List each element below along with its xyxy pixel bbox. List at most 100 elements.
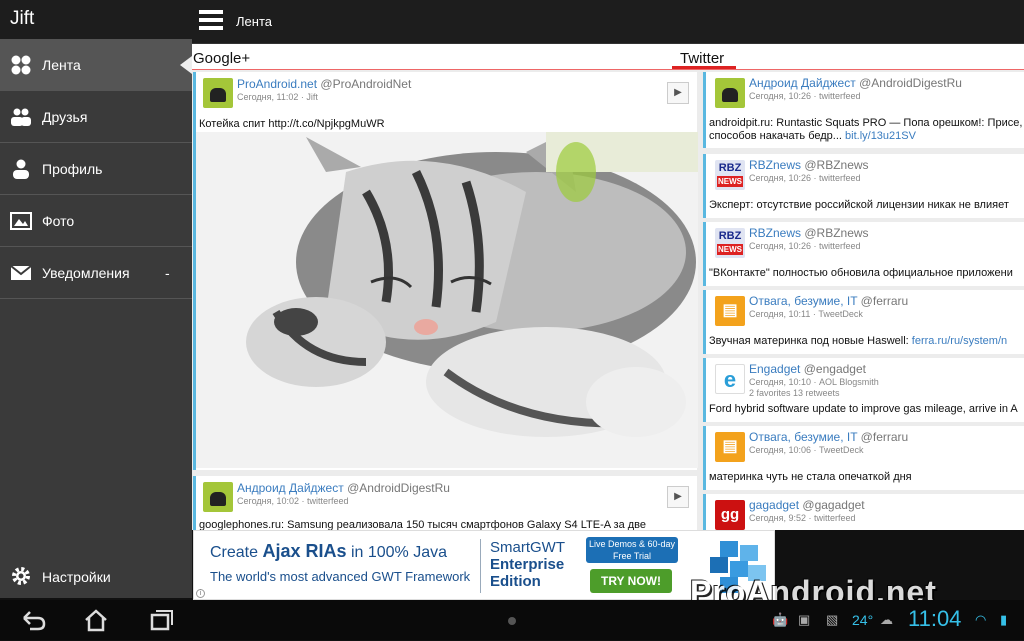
post-text-cont: способов накачать бедр... — [709, 130, 846, 142]
sidebar-item-profile[interactable]: Профиль — [0, 143, 192, 195]
author-name[interactable]: Отвага, безумие, IT — [749, 430, 857, 444]
list-item[interactable]: Андроид Дайджест @AndroidDigestRu Сегодн… — [193, 476, 697, 530]
post-text: Звучная материнка под новые Haswell: fer… — [709, 335, 1024, 347]
ad-banner[interactable]: Create Ajax RIAs in 100% Java The world'… — [193, 530, 775, 600]
author-handle: @AndroidDigestRu — [859, 76, 962, 90]
post-author: ProAndroid.net @ProAndroidNet — [237, 77, 411, 91]
try-now-button[interactable]: TRY NOW! — [590, 569, 672, 593]
menu-icon[interactable] — [196, 8, 226, 36]
post-text: "ВКонтакте" полностью обновила официальн… — [709, 267, 1013, 279]
post-meta: Сегодня, 10:02 · twitterfeed — [237, 496, 349, 506]
twitter-column[interactable]: Андроид Дайджест @AndroidDigestRu Сегодн… — [703, 72, 1024, 530]
list-item[interactable]: gg gagadget @gagadget Сегодня, 9:52 · tw… — [703, 494, 1024, 530]
rbz-logo-top: RBZ — [718, 230, 742, 242]
settings-label: Настройки — [42, 569, 111, 585]
author-name[interactable]: gagadget — [749, 498, 799, 512]
settings-button[interactable]: Настройки — [0, 552, 192, 598]
author-handle: @RBZnews — [804, 226, 869, 240]
weather-icon: ☁ — [880, 612, 893, 627]
list-item[interactable]: ▤ Отвага, безумие, IT @ferraru Сегодня, … — [703, 290, 1024, 354]
recent-apps-button[interactable] — [142, 606, 178, 634]
avatar — [203, 78, 233, 108]
rbz-logo-bottom: NEWS — [717, 244, 743, 255]
ad-demo-label: Live Demos & 60-day Free Trial — [586, 537, 678, 563]
author-handle: @engadget — [803, 362, 866, 376]
home-button[interactable] — [78, 606, 114, 634]
tab-twitter[interactable]: Twitter — [680, 50, 724, 67]
avatar: ▤ — [715, 296, 745, 326]
ad-headline: Create Ajax RIAs in 100% Java — [210, 541, 447, 562]
post-author: Андроид Дайджест @AndroidDigestRu — [237, 481, 450, 495]
avatar — [715, 78, 745, 108]
post-author: gagadget @gagadget — [749, 498, 865, 512]
avatar: RBZ NEWS — [715, 228, 745, 258]
post-author: Engadget @engadget — [749, 362, 866, 376]
author-name[interactable]: Андроид Дайджест — [237, 481, 344, 495]
post-author: Андроид Дайджест @AndroidDigestRu — [749, 76, 962, 90]
list-item[interactable]: e Engadget @engadget Сегодня, 10:10 · AO… — [703, 358, 1024, 422]
sidebar-item-label: Фото — [42, 213, 75, 229]
cat-photo[interactable] — [196, 132, 698, 468]
post-link[interactable]: ferra.ru/ru/system/n — [912, 335, 1007, 347]
mail-icon — [10, 262, 32, 284]
ad-info-icon[interactable]: i — [196, 589, 205, 598]
avatar: RBZ NEWS — [715, 160, 745, 190]
google-column[interactable]: ProAndroid.net @ProAndroidNet Сегодня, 1… — [193, 72, 699, 530]
temperature: 24° — [852, 612, 874, 628]
column-header — [192, 44, 1024, 70]
list-item[interactable]: RBZ NEWS RBZnews @RBZnews Сегодня, 10:26 … — [703, 154, 1024, 218]
expand-button[interactable]: ▶ — [667, 486, 689, 508]
post-text: материнка чуть не стала опечаткой дня — [709, 471, 912, 483]
author-name[interactable]: Engadget — [749, 362, 800, 376]
clock: 11:04 — [908, 606, 962, 631]
post-text: androidpit.ru: Runtastic Squats PRO — По… — [709, 117, 1023, 129]
ad-subline: The world's most advanced GWT Framework — [210, 569, 471, 584]
post-author: RBZnews @RBZnews — [749, 226, 869, 240]
back-button[interactable] — [14, 606, 50, 634]
author-handle: @ProAndroidNet — [320, 77, 412, 91]
app-title: Jift — [10, 8, 35, 29]
home-icon — [85, 609, 107, 632]
sidebar-item-notifications[interactable]: Уведомления - — [0, 247, 192, 299]
author-name[interactable]: ProAndroid.net — [237, 77, 317, 91]
author-name[interactable]: RBZnews — [749, 226, 801, 240]
sidebar-item-friends[interactable]: Друзья — [0, 91, 192, 143]
list-item[interactable]: RBZ NEWS RBZnews @RBZnews Сегодня, 10:26 … — [703, 222, 1024, 286]
notification-badge: - — [165, 265, 170, 281]
friends-icon — [10, 106, 32, 128]
sidebar-item-label: Лента — [42, 57, 81, 73]
sd-card-icon: ▣ — [798, 612, 811, 627]
post-text: googlephones.ru: Samsung реализовала 150… — [199, 519, 647, 530]
battery-icon: ▮ — [1000, 612, 1008, 627]
list-item[interactable]: Андроид Дайджест @AndroidDigestRu Сегодн… — [703, 72, 1024, 148]
list-item[interactable]: ▤ Отвага, безумие, IT @ferraru Сегодня, … — [703, 426, 1024, 490]
ad-headline-a: Create — [210, 544, 263, 561]
author-handle: @gagadget — [802, 498, 865, 512]
ad-divider — [480, 539, 481, 593]
expand-button[interactable]: ▶ — [667, 82, 689, 104]
sidebar-item-photo[interactable]: Фото — [0, 195, 192, 247]
recent-apps-icon — [150, 610, 173, 631]
post-text-body: Звучная материнка под новые Haswell: — [709, 335, 912, 347]
post-meta: Сегодня, 10:06 · TweetDeck — [749, 445, 864, 455]
android-icon: 🤖 — [772, 612, 789, 627]
sidebar-item-feed[interactable]: Лента — [0, 39, 192, 91]
rbz-logo-top: RBZ — [718, 162, 742, 174]
wifi-icon: ◠ — [975, 612, 987, 627]
post-link[interactable]: bit.ly/13u21SV — [845, 130, 916, 142]
author-name[interactable]: Отвага, безумие, IT — [749, 294, 857, 308]
ad-headline-c: in 100% Java — [346, 544, 448, 561]
person-icon — [10, 158, 32, 180]
author-name[interactable]: RBZnews — [749, 158, 801, 172]
post-text-2: способов накачать бедр... bit.ly/13u21SV — [709, 130, 1024, 142]
post-text: Ford hybrid software update to improve g… — [709, 403, 1018, 415]
rbz-logo-bottom: NEWS — [717, 176, 743, 187]
list-item[interactable]: ProAndroid.net @ProAndroidNet Сегодня, 1… — [193, 72, 698, 470]
image-icon: ▧ — [826, 612, 839, 627]
author-handle: @ferraru — [860, 294, 909, 308]
author-handle: @RBZnews — [804, 158, 869, 172]
tab-google-plus[interactable]: Google+ — [193, 50, 250, 67]
sidebar: Лента Друзья Профиль Фото Уведомления - — [0, 39, 192, 598]
author-name[interactable]: Андроид Дайджест — [749, 76, 856, 90]
app-drawer-dot[interactable] — [508, 617, 516, 625]
